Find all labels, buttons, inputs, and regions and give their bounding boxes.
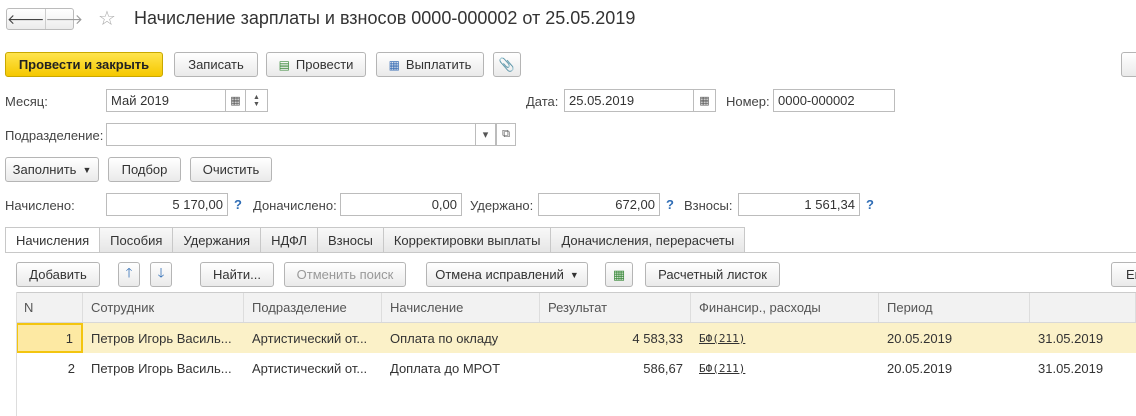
- month-spin-button[interactable]: ▲ ▼: [246, 89, 268, 112]
- select-button[interactable]: Подбор: [108, 157, 181, 182]
- accrual-cell[interactable]: Оплата по окладу: [382, 323, 540, 353]
- back-arrow-icon[interactable]: 🡐: [7, 9, 45, 29]
- table-row[interactable]: 2 Петров Игорь Василь... Артистический о…: [16, 353, 1136, 383]
- period-to-cell[interactable]: 31.05.2019: [1030, 353, 1136, 383]
- month-field[interactable]: Май 2019: [106, 89, 226, 112]
- finance-link[interactable]: БФ(211): [699, 362, 745, 375]
- division-label: Подразделение:: [5, 128, 104, 143]
- accruals-table: N Сотрудник Подразделение Начисление Рез…: [16, 292, 1136, 383]
- contrib-help-icon[interactable]: ?: [866, 197, 874, 212]
- month-label: Месяц:: [5, 94, 48, 109]
- grid-left-border: [16, 292, 17, 416]
- page-title: Начисление зарплаты и взносов 0000-00000…: [134, 8, 636, 28]
- finance-cell[interactable]: БФ(211): [691, 323, 879, 353]
- table-row[interactable]: 1 Петров Игорь Василь... Артистический о…: [16, 323, 1136, 353]
- result-cell[interactable]: 4 583,33: [540, 323, 691, 353]
- contrib-label: Взносы:: [684, 198, 733, 213]
- division-field[interactable]: [106, 123, 476, 146]
- date-label: Дата:: [526, 94, 559, 109]
- column-header[interactable]: N: [16, 293, 83, 322]
- row-number[interactable]: 2: [16, 353, 83, 383]
- tab-recalculations[interactable]: Доначисления, перерасчеты: [551, 227, 746, 253]
- cancel-search-button[interactable]: Отменить поиск: [284, 262, 406, 287]
- tab-accruals[interactable]: Начисления: [5, 227, 101, 253]
- tab-contributions[interactable]: Взносы: [317, 227, 384, 253]
- save-button[interactable]: Записать: [174, 52, 258, 77]
- more-button[interactable]: Ещ: [1111, 262, 1136, 287]
- tab-deductions[interactable]: Удержания: [173, 227, 262, 253]
- forward-arrow-icon[interactable]: 🡒: [44, 9, 83, 29]
- table-settings-icon[interactable]: ▦: [605, 262, 633, 287]
- move-down-icon[interactable]: 🡓: [150, 262, 172, 287]
- employee-cell[interactable]: Петров Игорь Василь...: [83, 353, 244, 383]
- tab-benefits[interactable]: Пособия: [100, 227, 174, 253]
- tab-ndfl[interactable]: НДФЛ: [261, 227, 318, 253]
- column-header[interactable]: Период: [879, 293, 1030, 322]
- column-header[interactable]: Начисление: [382, 293, 540, 322]
- post-and-close-button[interactable]: Провести и закрыть: [5, 52, 163, 77]
- accrued-help-icon[interactable]: ?: [234, 197, 242, 212]
- pay-label: Выплатить: [405, 57, 472, 72]
- find-button[interactable]: Найти...: [200, 262, 274, 287]
- pay-button[interactable]: ▦ Выплатить: [376, 52, 484, 77]
- column-header[interactable]: [1030, 293, 1136, 322]
- attachment-button[interactable]: 📎: [493, 52, 521, 77]
- tab-divider: [5, 252, 1136, 253]
- date-calendar-icon[interactable]: ▦: [694, 89, 716, 112]
- calendar-icon[interactable]: ▦: [226, 89, 246, 112]
- accrued-field: 5 170,00: [106, 193, 228, 216]
- nav-buttons: 🡐 🡒: [6, 8, 83, 30]
- fill-button[interactable]: Заполнить ▼: [5, 157, 99, 182]
- division-dropdown-icon[interactable]: ▾: [476, 123, 496, 146]
- withheld-field: 672,00: [538, 193, 660, 216]
- employee-cell[interactable]: Петров Игорь Василь...: [83, 323, 244, 353]
- division-cell[interactable]: Артистический от...: [244, 323, 382, 353]
- tab-payment-corrections[interactable]: Корректировки выплаты: [383, 227, 552, 253]
- open-link-icon[interactable]: ⧉: [496, 123, 516, 146]
- accrual-cell[interactable]: Доплата до МРОТ: [382, 353, 540, 383]
- column-header[interactable]: Финансир., расходы: [691, 293, 879, 322]
- cancel-corrections-button[interactable]: Отмена исправлений ▼: [426, 262, 588, 287]
- number-label: Номер:: [726, 94, 770, 109]
- more-actions-button[interactable]: [1121, 52, 1136, 77]
- withheld-help-icon[interactable]: ?: [666, 197, 674, 212]
- period-to-cell[interactable]: 31.05.2019: [1030, 323, 1136, 353]
- table-header: N Сотрудник Подразделение Начисление Рез…: [16, 293, 1136, 323]
- post-button[interactable]: ▤ Провести: [266, 52, 366, 77]
- period-from-cell[interactable]: 20.05.2019: [879, 323, 1030, 353]
- column-header[interactable]: Подразделение: [244, 293, 382, 322]
- cancel-corrections-label: Отмена исправлений: [435, 267, 564, 282]
- withheld-label: Удержано:: [470, 198, 534, 213]
- period-from-cell[interactable]: 20.05.2019: [879, 353, 1030, 383]
- payslip-button[interactable]: Расчетный листок: [645, 262, 780, 287]
- date-field[interactable]: 25.05.2019: [564, 89, 694, 112]
- tab-bar: Начисления Пособия Удержания НДФЛ Взносы…: [5, 227, 746, 253]
- column-header[interactable]: Результат: [540, 293, 691, 322]
- accrued-label: Начислено:: [5, 198, 75, 213]
- post-icon: ▤: [278, 57, 290, 72]
- result-cell[interactable]: 586,67: [540, 353, 691, 383]
- extra-field: 0,00: [340, 193, 462, 216]
- column-header[interactable]: Сотрудник: [83, 293, 244, 322]
- dropdown-arrow-icon: ▼: [569, 269, 579, 280]
- move-up-icon[interactable]: 🡑: [118, 262, 140, 287]
- number-field[interactable]: 0000-000002: [773, 89, 895, 112]
- extra-label: Доначислено:: [253, 198, 337, 213]
- clear-button[interactable]: Очистить: [190, 157, 272, 182]
- paperclip-icon: 📎: [498, 56, 516, 72]
- add-button[interactable]: Добавить: [16, 262, 100, 287]
- fill-label: Заполнить: [12, 162, 77, 177]
- post-label: Провести: [295, 57, 354, 72]
- dropdown-arrow-icon: ▼: [82, 164, 92, 175]
- finance-link[interactable]: БФ(211): [699, 332, 745, 345]
- division-cell[interactable]: Артистический от...: [244, 353, 382, 383]
- finance-cell[interactable]: БФ(211): [691, 353, 879, 383]
- pay-icon: ▦: [388, 57, 400, 72]
- favorite-star-icon[interactable]: ☆: [98, 6, 116, 31]
- contrib-field: 1 561,34: [738, 193, 860, 216]
- row-number[interactable]: 1: [16, 323, 83, 353]
